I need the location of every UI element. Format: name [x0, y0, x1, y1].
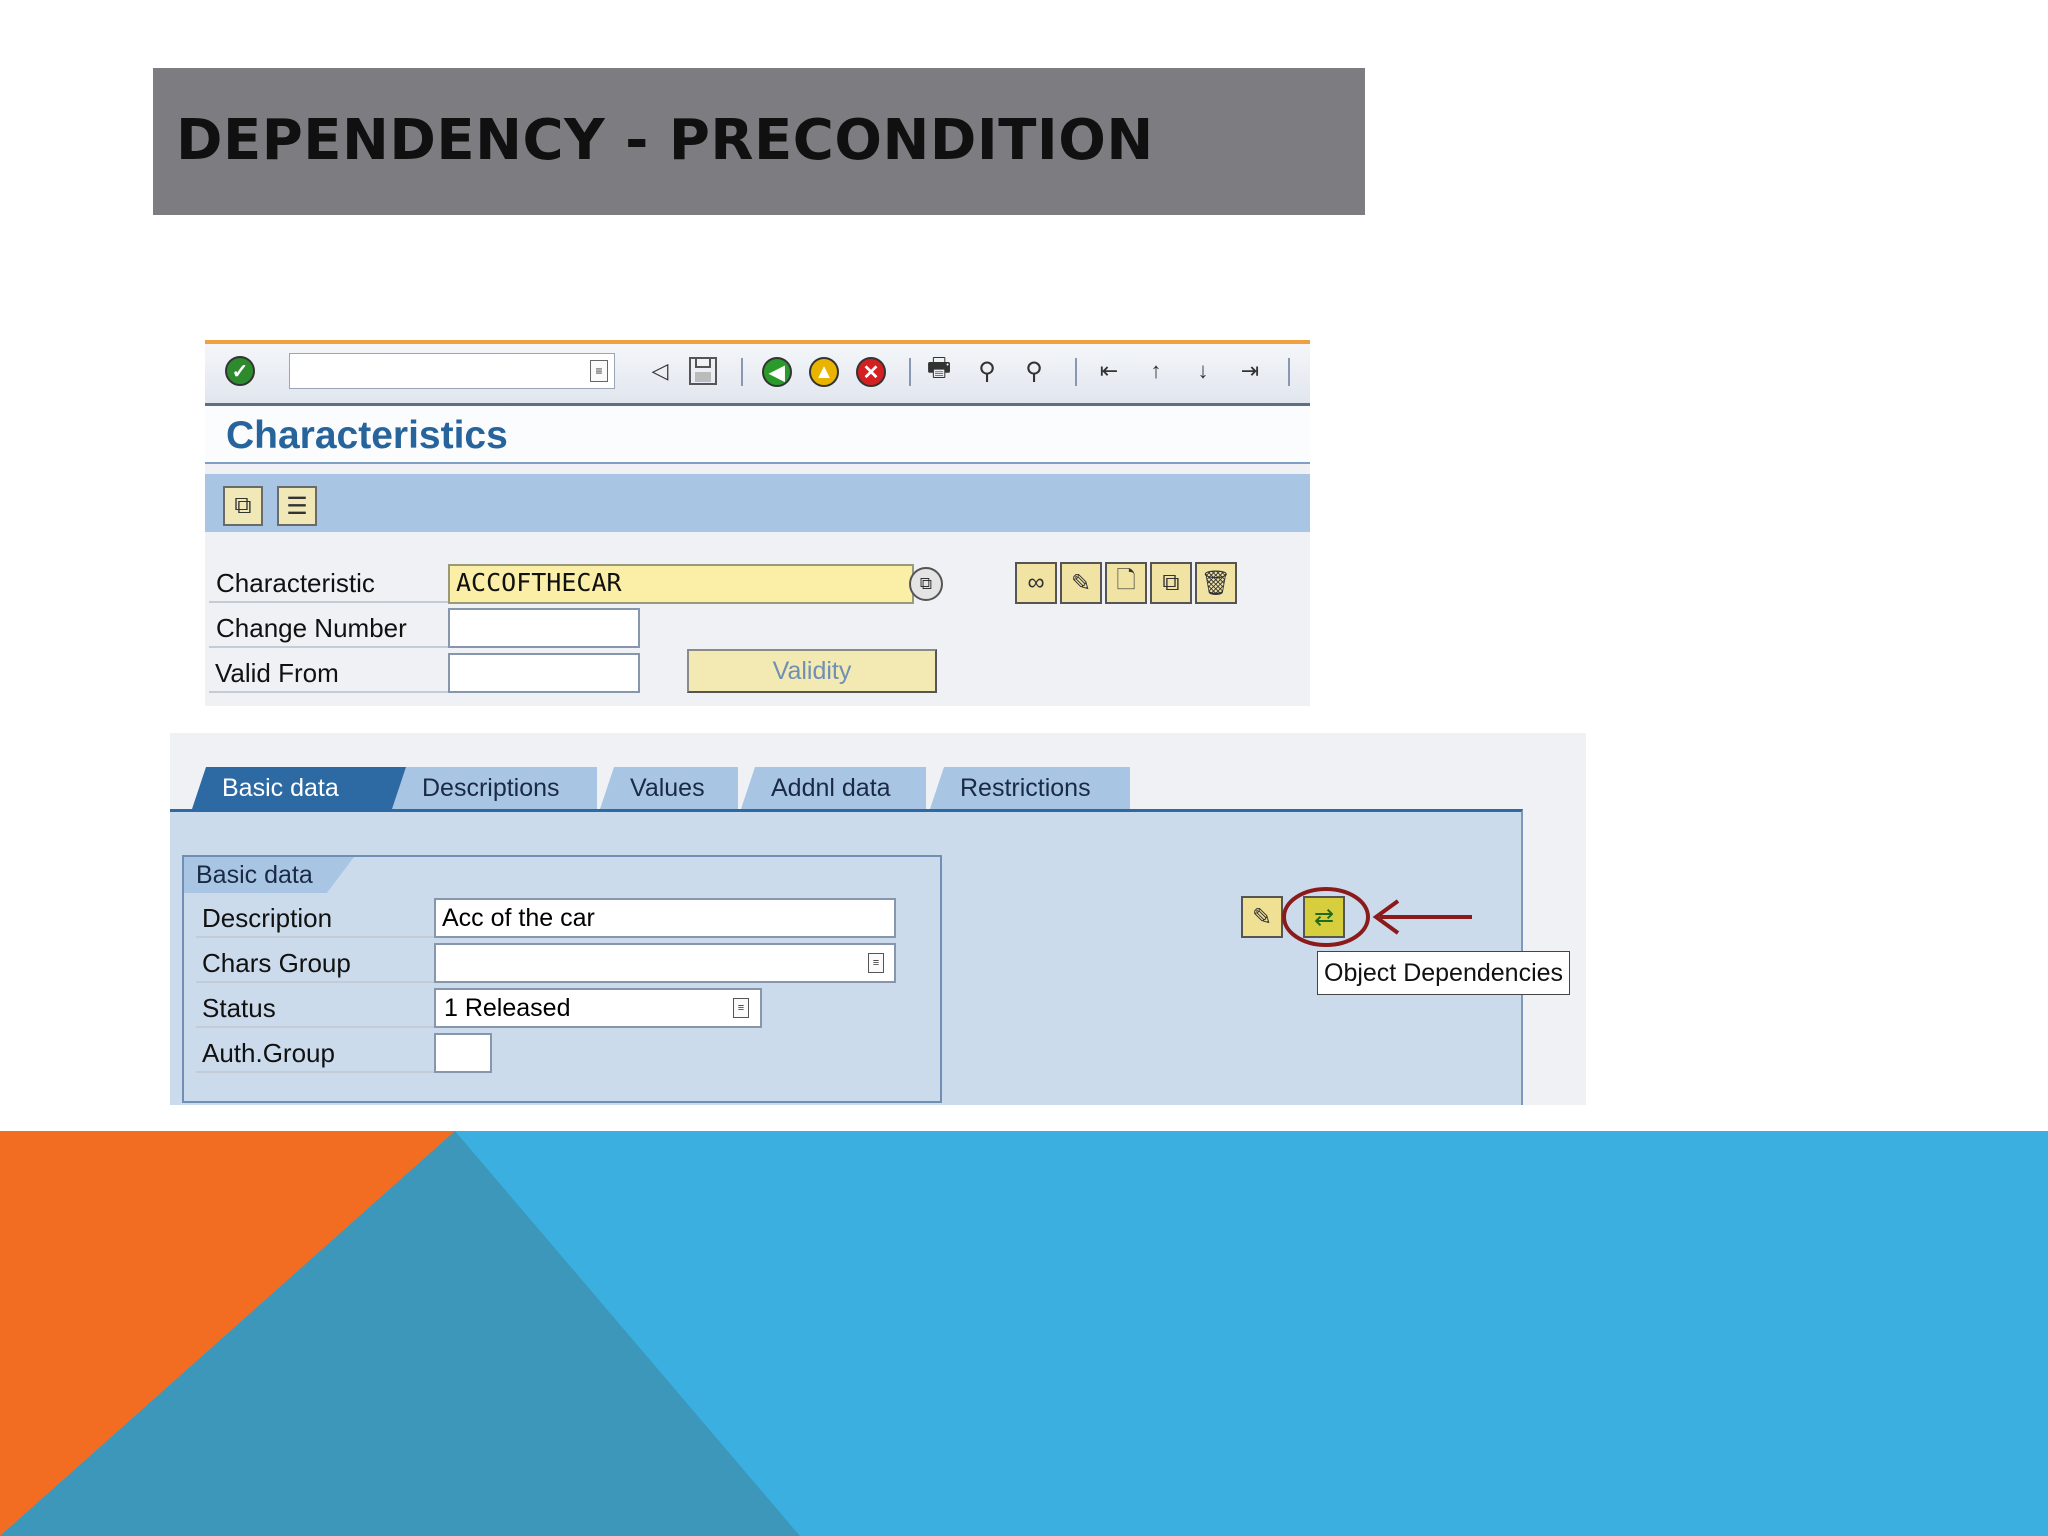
status-select[interactable]: 1 Released — [434, 988, 762, 1028]
tab-restrictions[interactable]: Restrictions — [930, 767, 1130, 809]
change-number-input[interactable] — [448, 608, 640, 648]
edit-dependencies-icon[interactable]: ✎ — [1241, 896, 1283, 938]
find-icon[interactable]: ⚲ — [970, 354, 1004, 388]
save-icon[interactable] — [686, 354, 720, 388]
exit-icon[interactable]: ▲ — [809, 357, 839, 387]
application-toolbar — [205, 474, 1310, 532]
highlight-circle-arrow — [1282, 887, 1472, 947]
matchcode-icon[interactable]: ⧉ — [909, 567, 943, 601]
description-label: Description — [202, 903, 333, 933]
table-icon[interactable]: ☰ — [277, 486, 317, 526]
highlight-circle — [1282, 887, 1370, 947]
dropdown-icon[interactable]: ≡ — [733, 998, 749, 1018]
tooltip: Object Dependencies — [1317, 951, 1571, 995]
validity-button[interactable]: Validity — [687, 649, 937, 693]
cancel-icon[interactable]: ✕ — [856, 357, 886, 387]
label-underline — [209, 601, 449, 603]
previous-page-icon[interactable]: ↑ — [1139, 354, 1173, 388]
toolbar-separator — [1075, 358, 1077, 386]
slide-title: DEPENDENCY - PRECONDITION — [176, 108, 1154, 173]
sap-characteristics-screen: ✓ ≡ ◁ ◀ ▲ ✕ 🖶 ⚲ ⚲ ⇤ ↑ ↓ ⇥ Characteristic… — [205, 340, 1310, 706]
label-underline — [196, 1071, 436, 1073]
enter-icon[interactable]: ✓ — [225, 356, 255, 386]
screen-title: Characteristics — [226, 414, 508, 457]
tab-descriptions[interactable]: Descriptions — [392, 767, 597, 809]
back-icon[interactable]: ◀ — [762, 357, 792, 387]
toolbar-separator — [1288, 358, 1290, 386]
back-arrow-icon[interactable]: ◁ — [643, 354, 677, 388]
other-object-icon[interactable]: ⧉ — [223, 486, 263, 526]
label-underline — [196, 936, 436, 938]
valid-from-label: Valid From — [215, 658, 339, 688]
label-underline — [209, 691, 449, 693]
auth-group-label: Auth.Group — [202, 1038, 335, 1068]
toolbar-separator — [909, 358, 911, 386]
delete-icon[interactable]: 🗑 — [1195, 562, 1237, 604]
tab-addnl-data[interactable]: Addnl data — [741, 767, 926, 809]
status-label: Status — [202, 993, 276, 1023]
dropdown-icon[interactable]: ≡ — [868, 953, 884, 973]
valid-from-input[interactable] — [448, 653, 640, 693]
dropdown-icon[interactable]: ≡ — [590, 360, 608, 382]
display-icon[interactable]: ∞ — [1015, 562, 1057, 604]
command-field[interactable]: ≡ — [289, 353, 615, 389]
find-next-icon[interactable]: ⚲ — [1017, 354, 1051, 388]
tab-basic-data[interactable]: Basic data — [192, 767, 410, 809]
sap-basic-data-screen: Basic data Descriptions Values Addnl dat… — [170, 733, 1586, 1105]
copy-icon[interactable]: ⧉ — [1150, 562, 1192, 604]
decorative-footer — [0, 1131, 2048, 1536]
chars-group-input[interactable] — [434, 943, 896, 983]
create-icon[interactable]: 🗋 — [1105, 562, 1147, 604]
auth-group-input[interactable] — [434, 1033, 492, 1073]
change-number-label: Change Number — [216, 613, 407, 643]
next-page-icon[interactable]: ↓ — [1186, 354, 1220, 388]
chars-group-label: Chars Group — [202, 948, 351, 978]
label-underline — [196, 1026, 436, 1028]
first-page-icon[interactable]: ⇤ — [1092, 354, 1126, 388]
toolbar-separator — [741, 358, 743, 386]
characteristic-label: Characteristic — [216, 568, 375, 598]
label-underline — [196, 981, 436, 983]
tab-values[interactable]: Values — [600, 767, 738, 809]
last-page-icon[interactable]: ⇥ — [1233, 354, 1267, 388]
group-title: Basic data — [184, 857, 354, 893]
description-input[interactable]: Acc of the car — [434, 898, 896, 938]
print-icon[interactable]: 🖶 — [922, 352, 956, 388]
characteristic-input[interactable]: ACCOFTHECAR — [448, 564, 914, 604]
label-underline — [209, 646, 449, 648]
change-icon[interactable]: ✎ — [1060, 562, 1102, 604]
